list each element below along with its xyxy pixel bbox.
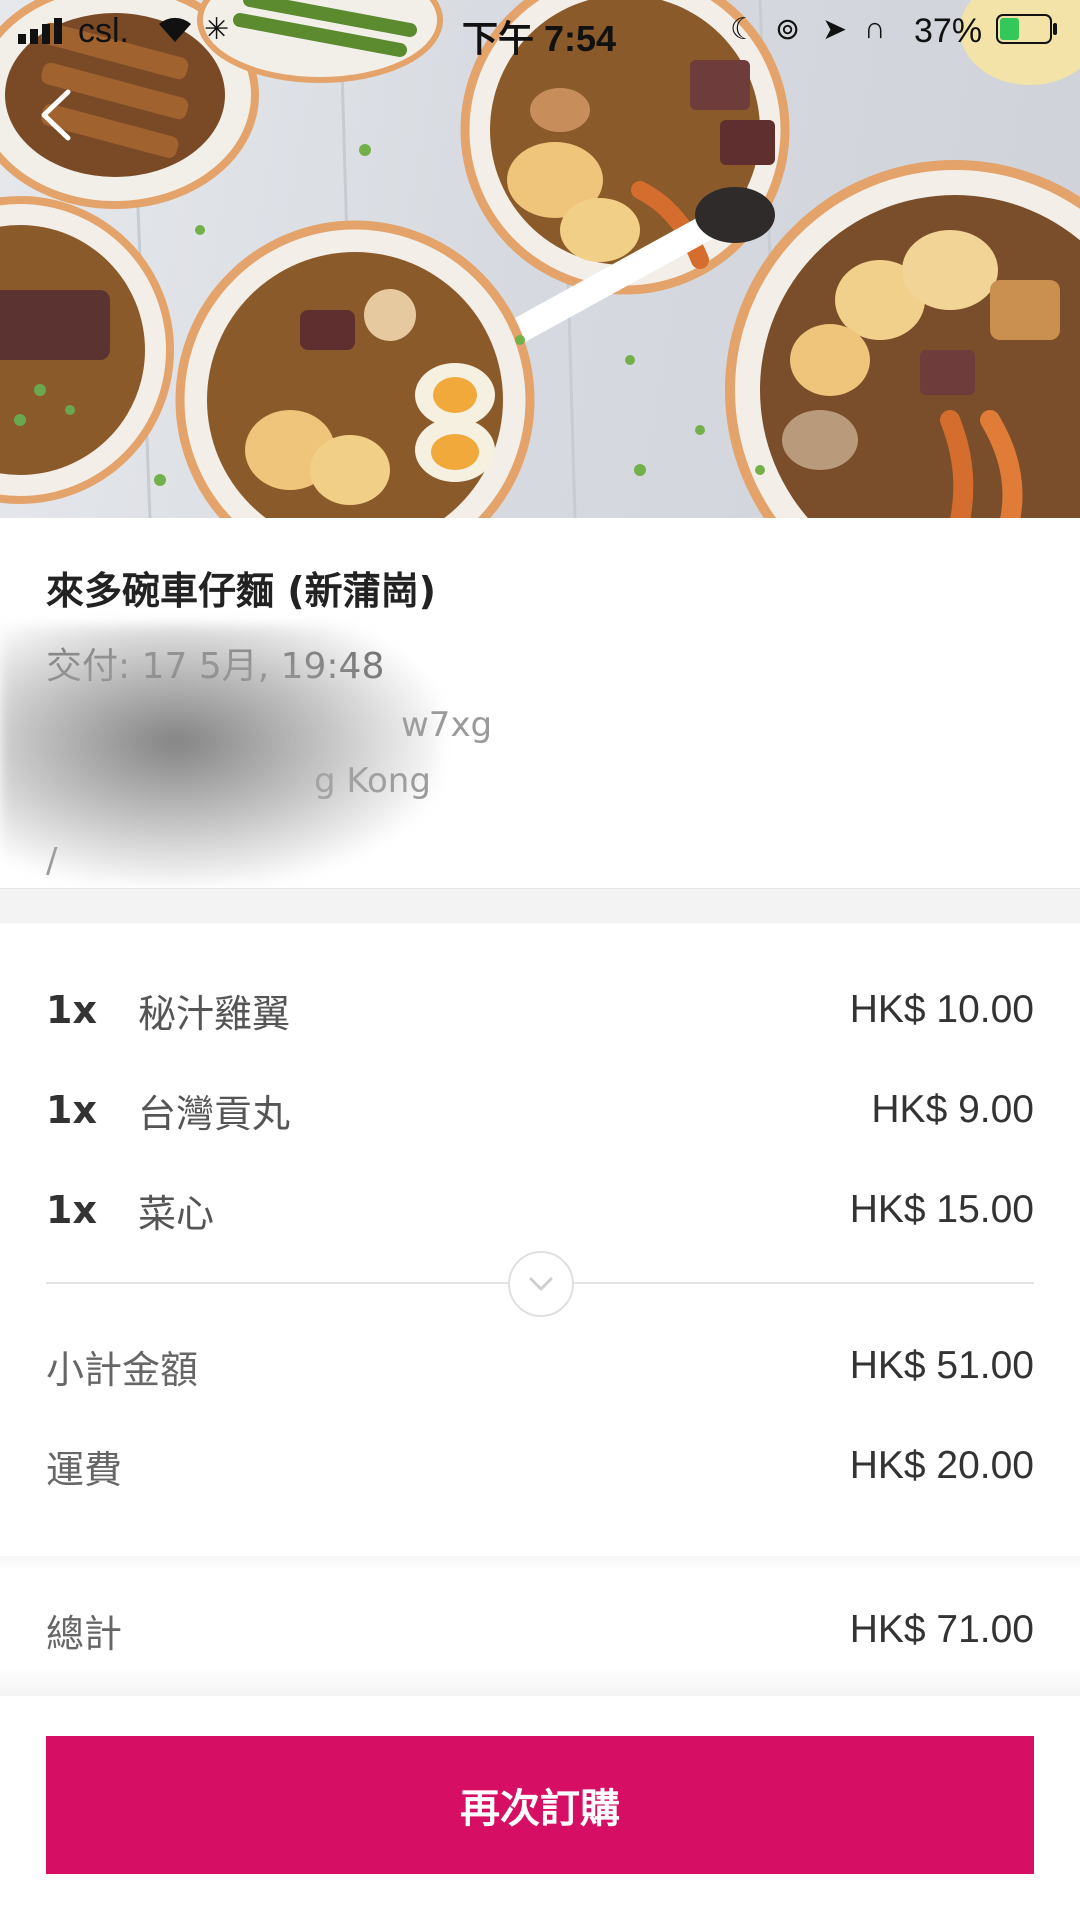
subtotal-row: 小計金額 HK$ 51.00	[46, 1316, 1034, 1416]
item-name: 台灣貢丸	[138, 1091, 291, 1136]
signal-icon	[18, 18, 62, 44]
food-photo	[0, 0, 1080, 518]
section-divider	[0, 888, 1080, 923]
chevron-down-icon	[529, 1277, 553, 1291]
item-price: HK$ 10.00	[849, 988, 1034, 1031]
headphones-icon: ∩	[864, 12, 886, 45]
item-quantity: 1x	[46, 1088, 97, 1132]
reorder-button[interactable]: 再次訂購	[46, 1736, 1034, 1874]
delivery-fee-label: 運費	[46, 1447, 123, 1492]
hero-image: csl. ✳ 下午 7:54 ☾ ⊚ ➤ ∩ 37%	[0, 0, 1080, 518]
item-name: 菜心	[138, 1191, 215, 1236]
total-label: 總計	[46, 1611, 123, 1656]
subtotal-amount: HK$ 51.00	[849, 1344, 1034, 1387]
item-name: 秘汁雞翼	[138, 991, 291, 1036]
item-price: HK$ 15.00	[849, 1188, 1034, 1231]
status-time: 下午 7:54	[462, 18, 617, 59]
moon-icon: ☾	[730, 13, 757, 46]
order-items: 1x 秘汁雞翼 HK$ 10.00 1x 台灣貢丸 HK$ 9.00 1x 菜心…	[46, 960, 1034, 1260]
item-quantity: 1x	[46, 988, 97, 1032]
battery-percent: 37%	[914, 12, 983, 50]
list-item: 1x 台灣貢丸 HK$ 9.00	[46, 1060, 1034, 1160]
carrier-label: csl.	[78, 12, 129, 50]
delivery-fee-amount: HK$ 20.00	[849, 1444, 1034, 1487]
expand-items-button[interactable]	[508, 1251, 574, 1317]
subtotal-label: 小計金額	[46, 1347, 199, 1392]
delivery-fee-row: 運費 HK$ 20.00	[46, 1416, 1034, 1516]
battery-icon	[996, 14, 1057, 44]
total-row: 總計 HK$ 71.00	[46, 1580, 1034, 1680]
item-quantity: 1x	[46, 1188, 97, 1232]
list-item: 1x 菜心 HK$ 15.00	[46, 1160, 1034, 1260]
back-icon	[41, 89, 71, 141]
status-bar: csl. ✳ 下午 7:54 ☾ ⊚ ➤ ∩ 37%	[0, 0, 1080, 60]
restaurant-name: 來多碗車仔麵 (新蒲崗)	[46, 569, 436, 613]
privacy-blur	[0, 625, 440, 885]
total-amount: HK$ 71.00	[849, 1608, 1034, 1651]
price-summary: 小計金額 HK$ 51.00 運費 HK$ 20.00	[46, 1316, 1034, 1516]
location-icon: ➤	[822, 13, 848, 46]
activity-icon: ✳	[204, 13, 230, 46]
list-item: 1x 秘汁雞翼 HK$ 10.00	[46, 960, 1034, 1060]
rotation-lock-icon: ⊚	[775, 13, 801, 46]
item-price: HK$ 9.00	[871, 1088, 1034, 1131]
wifi-icon	[159, 17, 191, 42]
back-button[interactable]	[38, 88, 98, 158]
